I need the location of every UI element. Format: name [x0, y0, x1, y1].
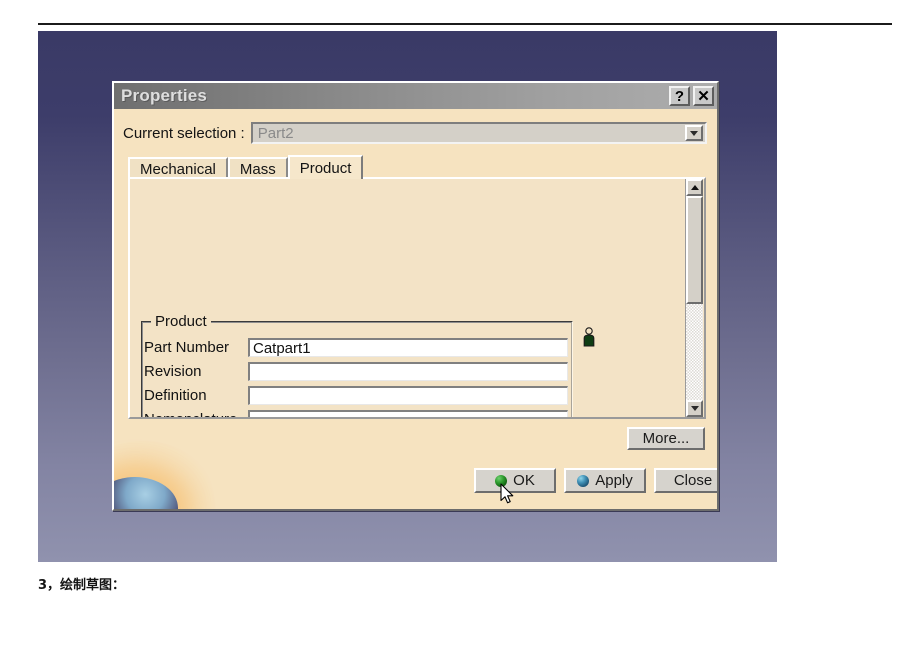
field-row-revision: Revision	[144, 361, 568, 382]
chevron-down-icon[interactable]	[685, 125, 703, 141]
dialog-body: Current selection : Part2 Mechanical Mas…	[114, 109, 717, 509]
header-rule	[38, 23, 892, 25]
more-button[interactable]: More...	[627, 427, 705, 450]
field-row-part-number: Part Number Catpart1	[144, 337, 568, 358]
field-row-nomenclature: Nomenclature	[144, 409, 568, 417]
part-number-label: Part Number	[144, 339, 230, 356]
definition-input[interactable]	[248, 386, 568, 405]
tab-mechanical[interactable]: Mechanical	[128, 157, 228, 179]
page-caption: 3，绘制草图：	[38, 578, 126, 593]
tabstrip: Mechanical Mass Product	[128, 155, 707, 179]
dialog-title: Properties	[121, 86, 208, 105]
dialog-titlebar[interactable]: Properties ? ✕	[114, 83, 717, 109]
page-root: Properties ? ✕ Current selection : Part2	[0, 0, 920, 651]
current-selection-value: Part2	[257, 124, 294, 142]
scroll-up-icon[interactable]	[686, 179, 703, 196]
field-row-definition: Definition	[144, 385, 568, 406]
tab-product[interactable]: Product	[287, 155, 364, 179]
current-selection-label: Current selection :	[123, 124, 245, 142]
current-selection-row: Current selection : Part2	[123, 122, 707, 144]
chevron-down-glyph	[690, 130, 698, 136]
revision-input[interactable]	[248, 362, 568, 381]
current-selection-combo[interactable]: Part2	[250, 122, 707, 144]
nomenclature-label: Nomenclature	[144, 411, 248, 417]
panel-vertical-scrollbar[interactable]	[685, 179, 703, 417]
properties-dialog: Properties ? ✕ Current selection : Part2	[112, 81, 719, 511]
product-groupbox-title: Product	[151, 313, 211, 330]
person-icon[interactable]	[582, 327, 596, 347]
help-button[interactable]: ?	[669, 86, 690, 106]
apply-button-label: Apply	[595, 472, 633, 489]
product-tab-panel: Product Part Number Catpart1 Revision De…	[128, 177, 706, 419]
scroll-down-glyph	[690, 406, 699, 411]
tab-mass[interactable]: Mass	[227, 157, 288, 179]
close-icon[interactable]: ✕	[693, 86, 714, 106]
apply-sphere-icon	[577, 474, 590, 487]
product-groupbox: Product Part Number Catpart1 Revision De…	[141, 313, 573, 417]
ok-button-label: OK	[513, 472, 535, 489]
nomenclature-input[interactable]	[248, 410, 568, 417]
apply-button[interactable]: Apply	[564, 468, 646, 493]
close-button[interactable]: Close	[654, 468, 717, 493]
scroll-down-icon[interactable]	[686, 400, 703, 417]
scrollbar-track[interactable]	[686, 196, 703, 400]
scroll-up-glyph	[690, 185, 699, 190]
ok-button[interactable]: OK	[474, 468, 556, 493]
definition-label: Definition	[144, 387, 207, 404]
scrollbar-thumb[interactable]	[686, 196, 703, 304]
part-number-input[interactable]: Catpart1	[248, 338, 568, 357]
product-panel-content: Product Part Number Catpart1 Revision De…	[130, 179, 688, 417]
revision-label: Revision	[144, 363, 202, 380]
desktop-backdrop: Properties ? ✕ Current selection : Part2	[38, 31, 777, 562]
ok-sphere-icon	[495, 474, 508, 487]
